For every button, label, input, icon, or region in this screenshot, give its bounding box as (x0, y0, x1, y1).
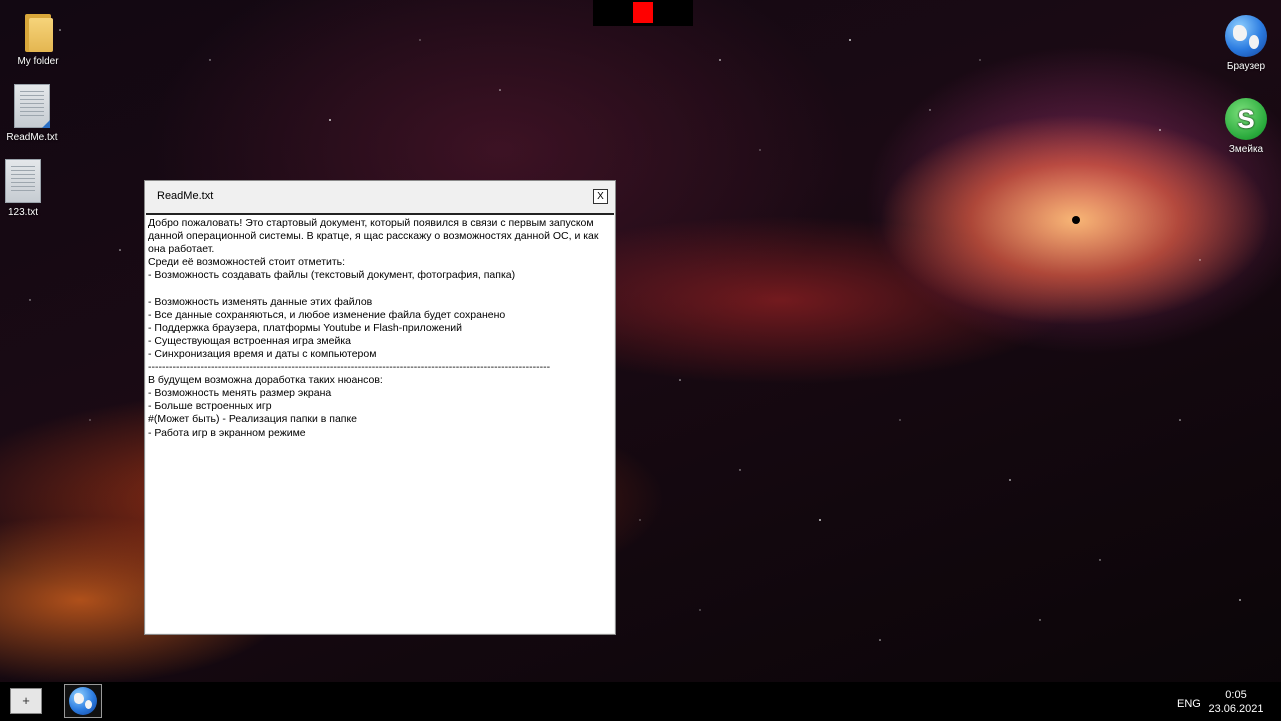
top-indicator-bar (593, 0, 693, 26)
globe-icon (69, 687, 97, 715)
document-text-area[interactable]: Добро пожаловать! Это стартовый документ… (146, 213, 614, 633)
start-button[interactable]: + (10, 688, 42, 714)
taskbar: + ENG 0:05 23.06.2021 (0, 682, 1281, 721)
text-document-icon (5, 159, 41, 203)
snake-icon: S (1225, 98, 1267, 140)
taskbar-browser-button[interactable] (64, 684, 102, 718)
desktop-icon-readme[interactable]: ReadMe.txt (0, 84, 67, 143)
desktop-icon-label: Браузер (1226, 61, 1266, 72)
language-indicator[interactable]: ENG (1177, 698, 1201, 710)
desktop-icon-my-folder[interactable]: My folder (3, 8, 73, 67)
folder-icon (21, 8, 55, 52)
globe-icon (1225, 15, 1267, 57)
desktop-icon-123[interactable]: 123.txt (0, 159, 58, 218)
readme-window: ReadMe.txt X Добро пожаловать! Это старт… (144, 180, 616, 635)
desktop-icon-label: Змейка (1228, 144, 1264, 155)
desktop-icon-browser[interactable]: Браузер (1211, 15, 1281, 72)
clock-time: 0:05 (1225, 689, 1247, 701)
clock[interactable]: 0:05 23.06.2021 (1205, 688, 1267, 716)
text-document-icon (14, 84, 50, 128)
desktop-icon-label: 123.txt (7, 207, 39, 218)
record-indicator (633, 2, 653, 23)
desktop-icon-label: My folder (17, 56, 59, 67)
clock-date: 23.06.2021 (1208, 703, 1264, 715)
desktop-icon-label: ReadMe.txt (6, 132, 58, 143)
close-button[interactable]: X (593, 189, 608, 204)
window-title: ReadMe.txt (157, 190, 214, 202)
desktop-icon-snake[interactable]: S Змейка (1211, 98, 1281, 155)
window-titlebar[interactable]: ReadMe.txt X (145, 181, 615, 212)
